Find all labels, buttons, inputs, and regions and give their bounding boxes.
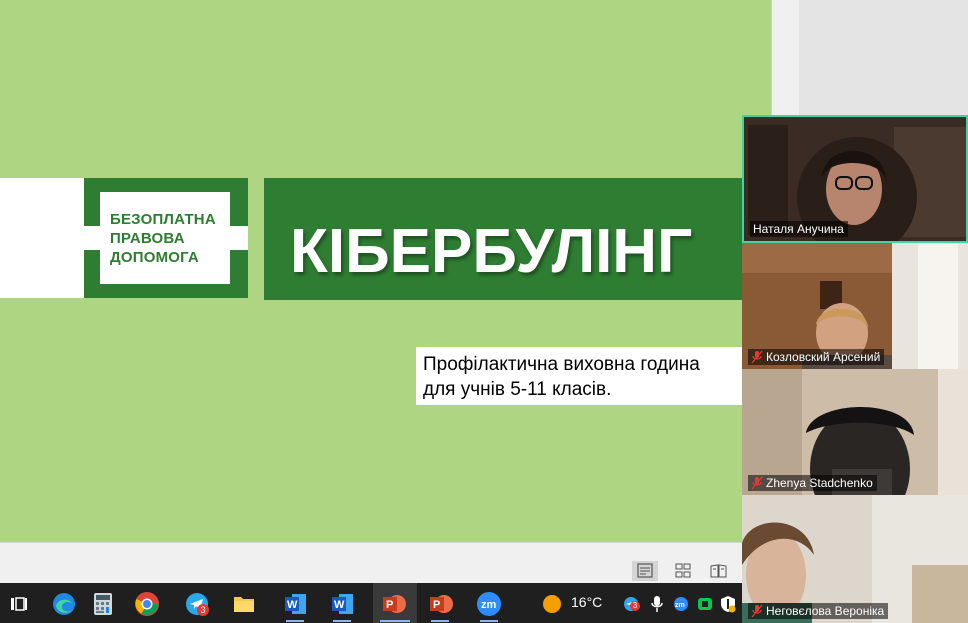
participant-name: Неговєлова Вероніка	[766, 604, 885, 618]
logo-line-1: БЕЗОПЛАТНА	[110, 211, 216, 228]
word-running-indicator	[286, 620, 304, 622]
zoom-running-indicator	[480, 620, 498, 622]
video-tile[interactable]: Неговєлова Вероніка	[742, 495, 968, 623]
chrome-icon[interactable]	[132, 589, 162, 619]
participant-name-tag: Неговєлова Вероніка	[748, 603, 889, 619]
participant-name: Наталя Анучина	[753, 222, 844, 236]
svg-text:zm: zm	[481, 599, 497, 611]
slide-subtitle: Профілактична виховна година для учнів 5…	[423, 352, 743, 402]
tray-zoom-icon[interactable]: zm	[670, 589, 692, 619]
powerpoint-running-indicator	[380, 620, 410, 622]
muted-mic-icon	[751, 604, 763, 618]
tray-telegram-badge: 3	[630, 601, 640, 611]
participant-name: Zhenya Stadchenko	[766, 476, 873, 490]
logo-text: БЕЗОПЛАТНА ПРАВОВА ДОПОМОГА	[110, 210, 228, 267]
logo-notch-left	[84, 226, 100, 250]
slide-title: КІБЕРБУЛІНГ	[290, 217, 693, 286]
muted-mic-icon	[751, 476, 763, 490]
participant-name-tag: Козловский Арсений	[748, 349, 885, 365]
participant-name-tag: Zhenya Stadchenko	[748, 475, 877, 491]
svg-text:P: P	[386, 599, 393, 611]
microphone-icon[interactable]	[646, 589, 668, 619]
word-icon[interactable]: W	[281, 589, 311, 619]
powerpoint-running-indicator	[431, 620, 449, 622]
reading-view-icon[interactable]	[706, 561, 732, 581]
video-tile[interactable]: Zhenya Stadchenko	[742, 369, 968, 495]
subtitle-line-2: для учнів 5-11 класів.	[423, 379, 612, 400]
participant-name: Козловский Арсений	[766, 350, 881, 364]
editor-scrollbar[interactable]	[771, 0, 799, 115]
slide-sorter-icon[interactable]	[670, 561, 696, 581]
subtitle-line-1: Профілактична виховна година	[423, 354, 700, 375]
svg-text:P: P	[433, 599, 440, 611]
muted-mic-icon	[751, 350, 763, 364]
logo-notch-right	[230, 226, 248, 250]
edge-icon[interactable]	[49, 589, 79, 619]
weather-sun-icon[interactable]	[537, 589, 567, 619]
zoom-icon[interactable]: zm	[474, 589, 504, 619]
powerpoint-icon[interactable]: P	[426, 589, 456, 619]
word-running-indicator	[333, 620, 351, 622]
powerpoint-icon[interactable]: P	[379, 589, 409, 619]
logo-line-3: ДОПОМОГА	[110, 249, 199, 266]
band-gap	[248, 178, 264, 300]
svg-text:zm: zm	[675, 602, 685, 609]
video-tile[interactable]: Козловский Арсений	[742, 243, 968, 369]
svg-text:W: W	[334, 599, 345, 611]
telegram-icon[interactable]	[182, 589, 212, 619]
tray-app-icon[interactable]	[694, 589, 716, 619]
word-icon[interactable]: W	[328, 589, 358, 619]
logo-left-band	[0, 178, 84, 298]
participant-name-tag: Наталя Анучина	[750, 221, 848, 237]
telegram-badge: 3	[197, 604, 209, 616]
logo-line-2: ПРАВОВА	[110, 230, 185, 247]
editor-right-panel	[771, 0, 968, 115]
security-shield-icon[interactable]	[717, 589, 739, 619]
normal-view-icon[interactable]	[632, 561, 658, 581]
task-view-icon[interactable]	[4, 589, 34, 619]
weather-temperature[interactable]: 16°C	[571, 594, 602, 610]
video-tile[interactable]: Наталя Анучина	[742, 115, 968, 243]
file-explorer-icon[interactable]	[229, 589, 259, 619]
calculator-icon[interactable]	[88, 589, 118, 619]
status-bar	[0, 542, 742, 584]
svg-text:W: W	[287, 599, 298, 611]
